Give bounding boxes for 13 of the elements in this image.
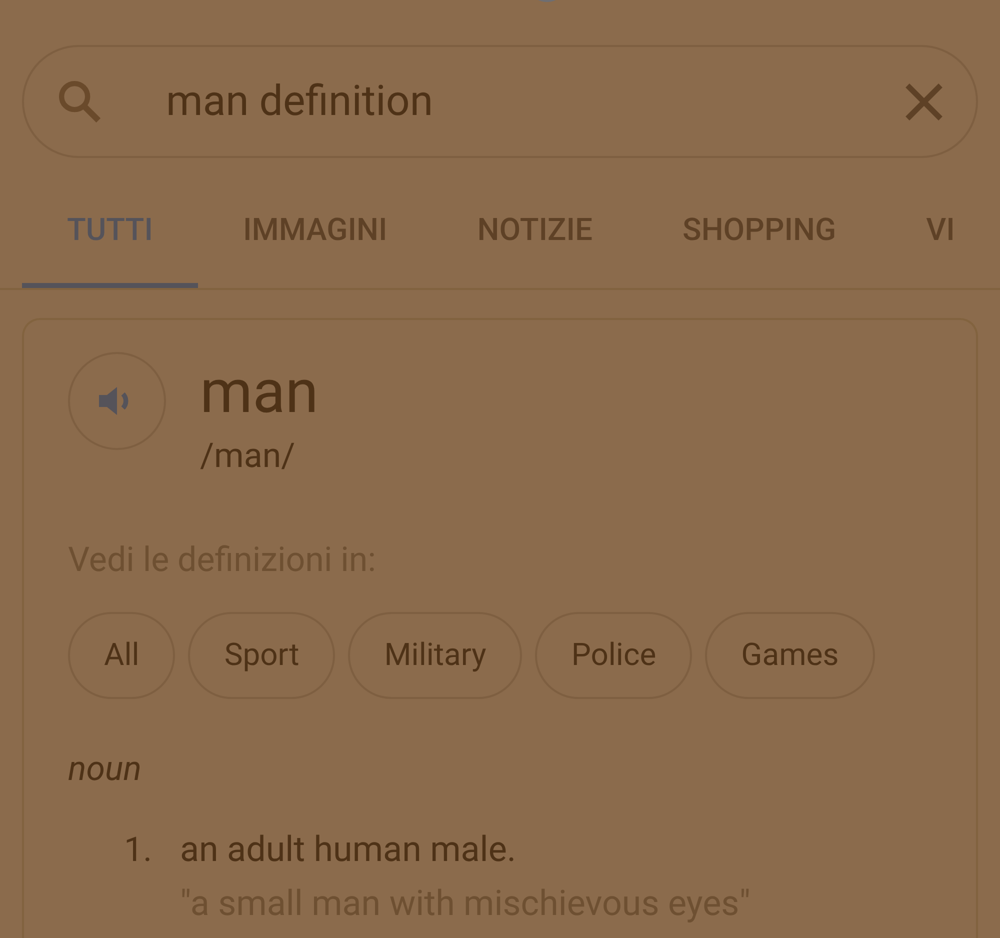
category-chip[interactable]: Games bbox=[705, 612, 875, 699]
speaker-button[interactable] bbox=[68, 352, 166, 450]
part-of-speech: noun bbox=[68, 748, 142, 791]
category-chip[interactable]: Sport bbox=[188, 612, 336, 699]
definition-number: 1. bbox=[124, 829, 154, 872]
definition-text: an adult human male. bbox=[180, 828, 518, 872]
search-field[interactable]: man definition bbox=[22, 45, 978, 158]
category-chip[interactable]: All bbox=[68, 612, 176, 699]
pronunciation: /man/ bbox=[200, 435, 296, 478]
search-query: man definition bbox=[166, 76, 434, 128]
category-chip[interactable]: Military bbox=[348, 612, 522, 699]
headword: man bbox=[200, 355, 318, 429]
category-chip[interactable]: Police bbox=[535, 612, 692, 699]
